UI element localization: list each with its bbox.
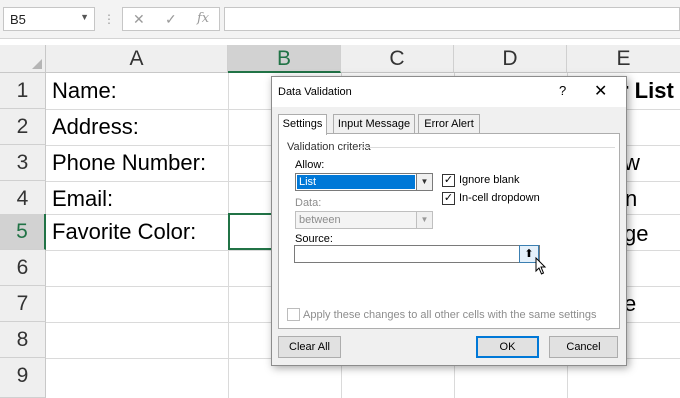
column-header-e[interactable]: E bbox=[567, 45, 680, 73]
in-cell-dropdown-label[interactable]: In-cell dropdown bbox=[459, 192, 540, 204]
tab-input-message[interactable]: Input Message bbox=[333, 114, 415, 134]
drag-handle-icon[interactable]: ⋮ bbox=[103, 12, 115, 26]
row-header-4[interactable]: 4 bbox=[0, 181, 46, 217]
row-header-6[interactable]: 6 bbox=[0, 250, 46, 286]
cell-a1[interactable]: Name: bbox=[52, 73, 117, 109]
cancel-button[interactable]: Cancel bbox=[549, 336, 618, 358]
name-box[interactable]: B5 ▼ bbox=[3, 7, 95, 31]
column-header-d[interactable]: D bbox=[454, 45, 567, 73]
column-header-b[interactable]: B bbox=[228, 45, 341, 73]
cell-a4[interactable]: Email: bbox=[52, 181, 113, 217]
row-header-3[interactable]: 3 bbox=[0, 145, 46, 181]
cell-a5[interactable]: Favorite Color: bbox=[52, 214, 196, 250]
row-header-2[interactable]: 2 bbox=[0, 109, 46, 145]
dialog-title-bar[interactable]: Data Validation ? ✕ bbox=[272, 77, 626, 107]
select-all-corner[interactable] bbox=[0, 45, 46, 73]
enter-icon[interactable]: ✓ bbox=[165, 11, 177, 28]
divider bbox=[359, 147, 615, 148]
row-header-7[interactable]: 7 bbox=[0, 286, 46, 322]
ignore-blank-checkbox[interactable]: ✓ bbox=[442, 174, 455, 187]
source-label: Source: bbox=[295, 233, 333, 245]
data-select: between ▼ bbox=[295, 211, 433, 229]
row-header-1[interactable]: 1 bbox=[0, 73, 46, 109]
name-box-value: B5 bbox=[10, 12, 26, 27]
mouse-pointer-icon bbox=[535, 257, 547, 275]
chevron-down-icon[interactable]: ▼ bbox=[416, 174, 432, 190]
source-input[interactable] bbox=[294, 245, 540, 263]
data-validation-dialog: Data Validation ? ✕ Settings Input Messa… bbox=[271, 76, 627, 366]
chevron-down-icon: ▼ bbox=[416, 212, 432, 228]
apply-all-label: Apply these changes to all other cells w… bbox=[303, 309, 597, 321]
allow-label: Allow: bbox=[295, 159, 325, 171]
settings-panel: Validation criteria Allow: List ▼ Data: … bbox=[278, 133, 620, 329]
cancel-icon[interactable]: ✕ bbox=[133, 11, 145, 28]
formula-bar: B5 ▼ ⋮ ✕ ✓ fx bbox=[0, 0, 680, 39]
row-header-5[interactable]: 5 bbox=[0, 214, 46, 250]
cell-a3[interactable]: Phone Number: bbox=[52, 145, 206, 181]
row-header-8[interactable]: 8 bbox=[0, 322, 46, 358]
column-header-c[interactable]: C bbox=[341, 45, 454, 73]
help-icon[interactable]: ? bbox=[559, 83, 566, 98]
data-select-value: between bbox=[299, 214, 341, 226]
close-icon[interactable]: ✕ bbox=[594, 81, 607, 101]
ok-button[interactable]: OK bbox=[476, 336, 539, 358]
tab-settings[interactable]: Settings bbox=[278, 114, 327, 135]
data-label: Data: bbox=[295, 197, 322, 209]
tab-error-alert[interactable]: Error Alert bbox=[418, 114, 480, 134]
allow-select-value: List bbox=[297, 175, 415, 189]
clear-all-button[interactable]: Clear All bbox=[278, 336, 341, 358]
column-header-a[interactable]: A bbox=[46, 45, 228, 73]
dialog-title: Data Validation bbox=[278, 86, 352, 98]
chevron-down-icon[interactable]: ▼ bbox=[80, 12, 89, 22]
cell-e5[interactable]: ge bbox=[624, 216, 648, 252]
ignore-blank-label[interactable]: Ignore blank bbox=[459, 174, 520, 186]
insert-function-icon[interactable]: fx bbox=[197, 11, 209, 26]
allow-select[interactable]: List ▼ bbox=[295, 173, 433, 191]
cell-e1[interactable]: r List bbox=[620, 73, 674, 109]
apply-all-checkbox bbox=[287, 308, 300, 321]
row-header-9[interactable]: 9 bbox=[0, 358, 46, 398]
cell-a2[interactable]: Address: bbox=[52, 109, 139, 145]
in-cell-dropdown-checkbox[interactable]: ✓ bbox=[442, 192, 455, 205]
formula-tools: ✕ ✓ fx bbox=[122, 7, 220, 31]
formula-input[interactable] bbox=[224, 7, 680, 31]
